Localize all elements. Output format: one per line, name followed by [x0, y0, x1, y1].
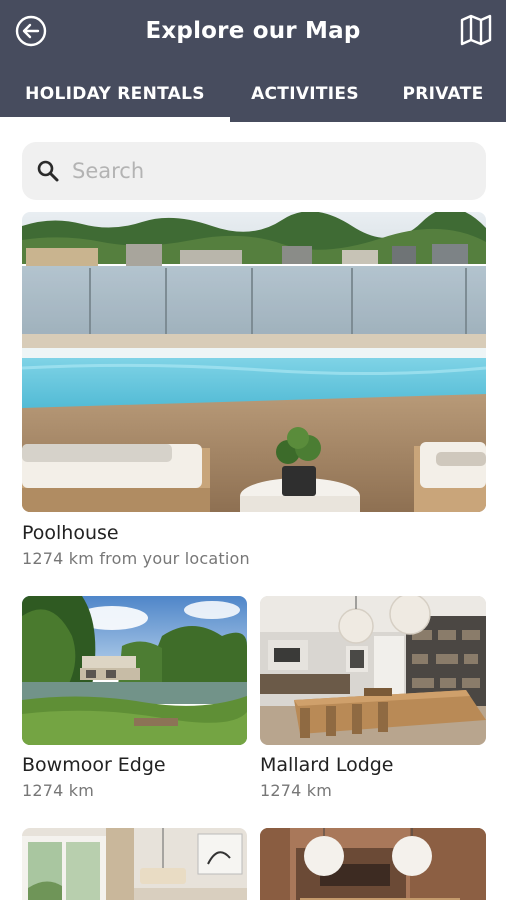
active-tab-indicator: [0, 117, 230, 122]
page-title: Explore our Map: [145, 18, 361, 44]
listing-distance: 1274 km from your location: [22, 549, 250, 568]
listing-distance: 1274 km: [260, 781, 333, 800]
listing-name: Poolhouse: [22, 522, 119, 544]
listing-image-partial: [260, 828, 486, 900]
listing-card-bowmoor-edge[interactable]: Bowmoor Edge 1274 km: [22, 596, 247, 806]
search-bar: [22, 142, 486, 200]
search-input[interactable]: [72, 142, 472, 200]
map-icon: [460, 14, 492, 46]
map-button[interactable]: [458, 12, 494, 48]
search-icon: [37, 160, 59, 182]
listing-name: Bowmoor Edge: [22, 754, 166, 776]
tab-holiday-rentals[interactable]: HOLIDAY RENTALS: [0, 70, 230, 118]
listing-distance: 1274 km: [22, 781, 95, 800]
listing-image-partial: [22, 828, 247, 900]
listing-image-bowmoor-edge: [22, 596, 247, 745]
tab-private[interactable]: PRIVATE: [380, 70, 506, 118]
listing-card-partial[interactable]: [22, 828, 247, 900]
listing-card-mallard-lodge[interactable]: Mallard Lodge 1274 km: [260, 596, 486, 806]
listing-card-partial[interactable]: [260, 828, 486, 900]
listing-image-poolhouse: [22, 212, 486, 512]
listing-image-mallard-lodge: [260, 596, 486, 745]
listing-card-poolhouse[interactable]: Poolhouse 1274 km from your location: [22, 212, 486, 572]
tab-activities[interactable]: ACTIVITIES: [230, 70, 380, 118]
app-header: Explore our Map HOLIDAY RENTALS ACTIVITI…: [0, 0, 506, 122]
tab-bar: HOLIDAY RENTALS ACTIVITIES PRIVATE: [0, 70, 506, 122]
listing-name: Mallard Lodge: [260, 754, 394, 776]
